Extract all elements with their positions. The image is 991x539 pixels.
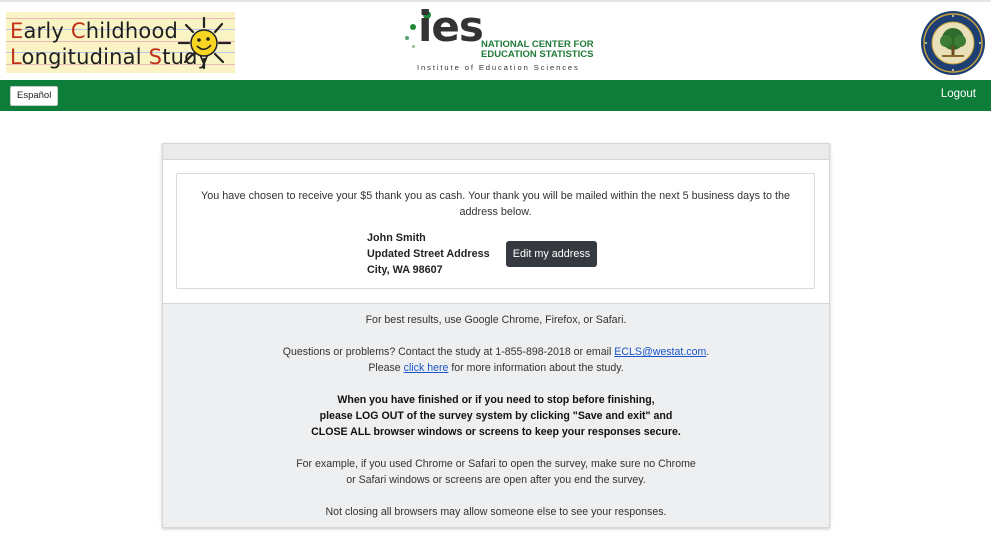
nces-name-line2: EDUCATION STATISTICS bbox=[481, 49, 594, 60]
email-link[interactable]: ECLS@westat.com bbox=[614, 346, 706, 358]
logout-link[interactable]: Logout bbox=[941, 88, 976, 100]
thank-you-notice: You have chosen to receive your $5 thank… bbox=[176, 173, 815, 289]
ecls-logo: Early Childhood Longitudinal Study bbox=[6, 12, 235, 73]
ies-wordmark: ies bbox=[418, 2, 484, 51]
more-info-line: Please click here for more information a… bbox=[368, 362, 624, 374]
logout-instruction-line2: please LOG OUT of the survey system by c… bbox=[319, 410, 673, 422]
click-here-link[interactable]: click here bbox=[404, 362, 449, 374]
example-line1: For example, if you used Chrome or Safar… bbox=[296, 458, 696, 470]
logout-instruction-line3: CLOSE ALL browser windows or screens to … bbox=[311, 426, 681, 438]
navbar: Español Logout bbox=[0, 80, 991, 111]
browser-recommendation: For best results, use Google Chrome, Fir… bbox=[365, 314, 627, 326]
thank-you-message: You have chosen to receive your $5 thank… bbox=[201, 190, 790, 218]
address-name: John Smith bbox=[367, 232, 426, 244]
ecls-logo-line1: Early Childhood bbox=[10, 19, 179, 43]
ies-subtitle: Institute of Education Sciences bbox=[417, 63, 580, 72]
address-street: Updated Street Address bbox=[367, 248, 490, 260]
address-city: City, WA 98607 bbox=[367, 264, 443, 276]
example-line2: or Safari windows or screens are open af… bbox=[346, 474, 646, 486]
card-body: You have chosen to receive your $5 thank… bbox=[163, 160, 829, 304]
edit-address-button[interactable]: Edit my address bbox=[506, 241, 597, 267]
site-header: Early Childhood Longitudinal Study ies N… bbox=[0, 2, 991, 80]
language-toggle-button[interactable]: Español bbox=[10, 86, 59, 106]
mailing-address: John Smith Updated Street Address City, … bbox=[367, 230, 490, 278]
department-of-education-seal-icon bbox=[921, 11, 985, 75]
main-card: You have chosen to receive your $5 thank… bbox=[162, 143, 830, 528]
security-warning: Not closing all browsers may allow someo… bbox=[325, 506, 667, 518]
logout-instruction-line1: When you have finished or if you need to… bbox=[337, 394, 655, 406]
sun-icon bbox=[177, 16, 232, 70]
contact-line: Questions or problems? Contact the study… bbox=[282, 346, 710, 358]
ies-nces-logo: ies NATIONAL CENTER FOR EDUCATION STATIS… bbox=[404, 6, 604, 74]
card-header bbox=[163, 144, 829, 160]
